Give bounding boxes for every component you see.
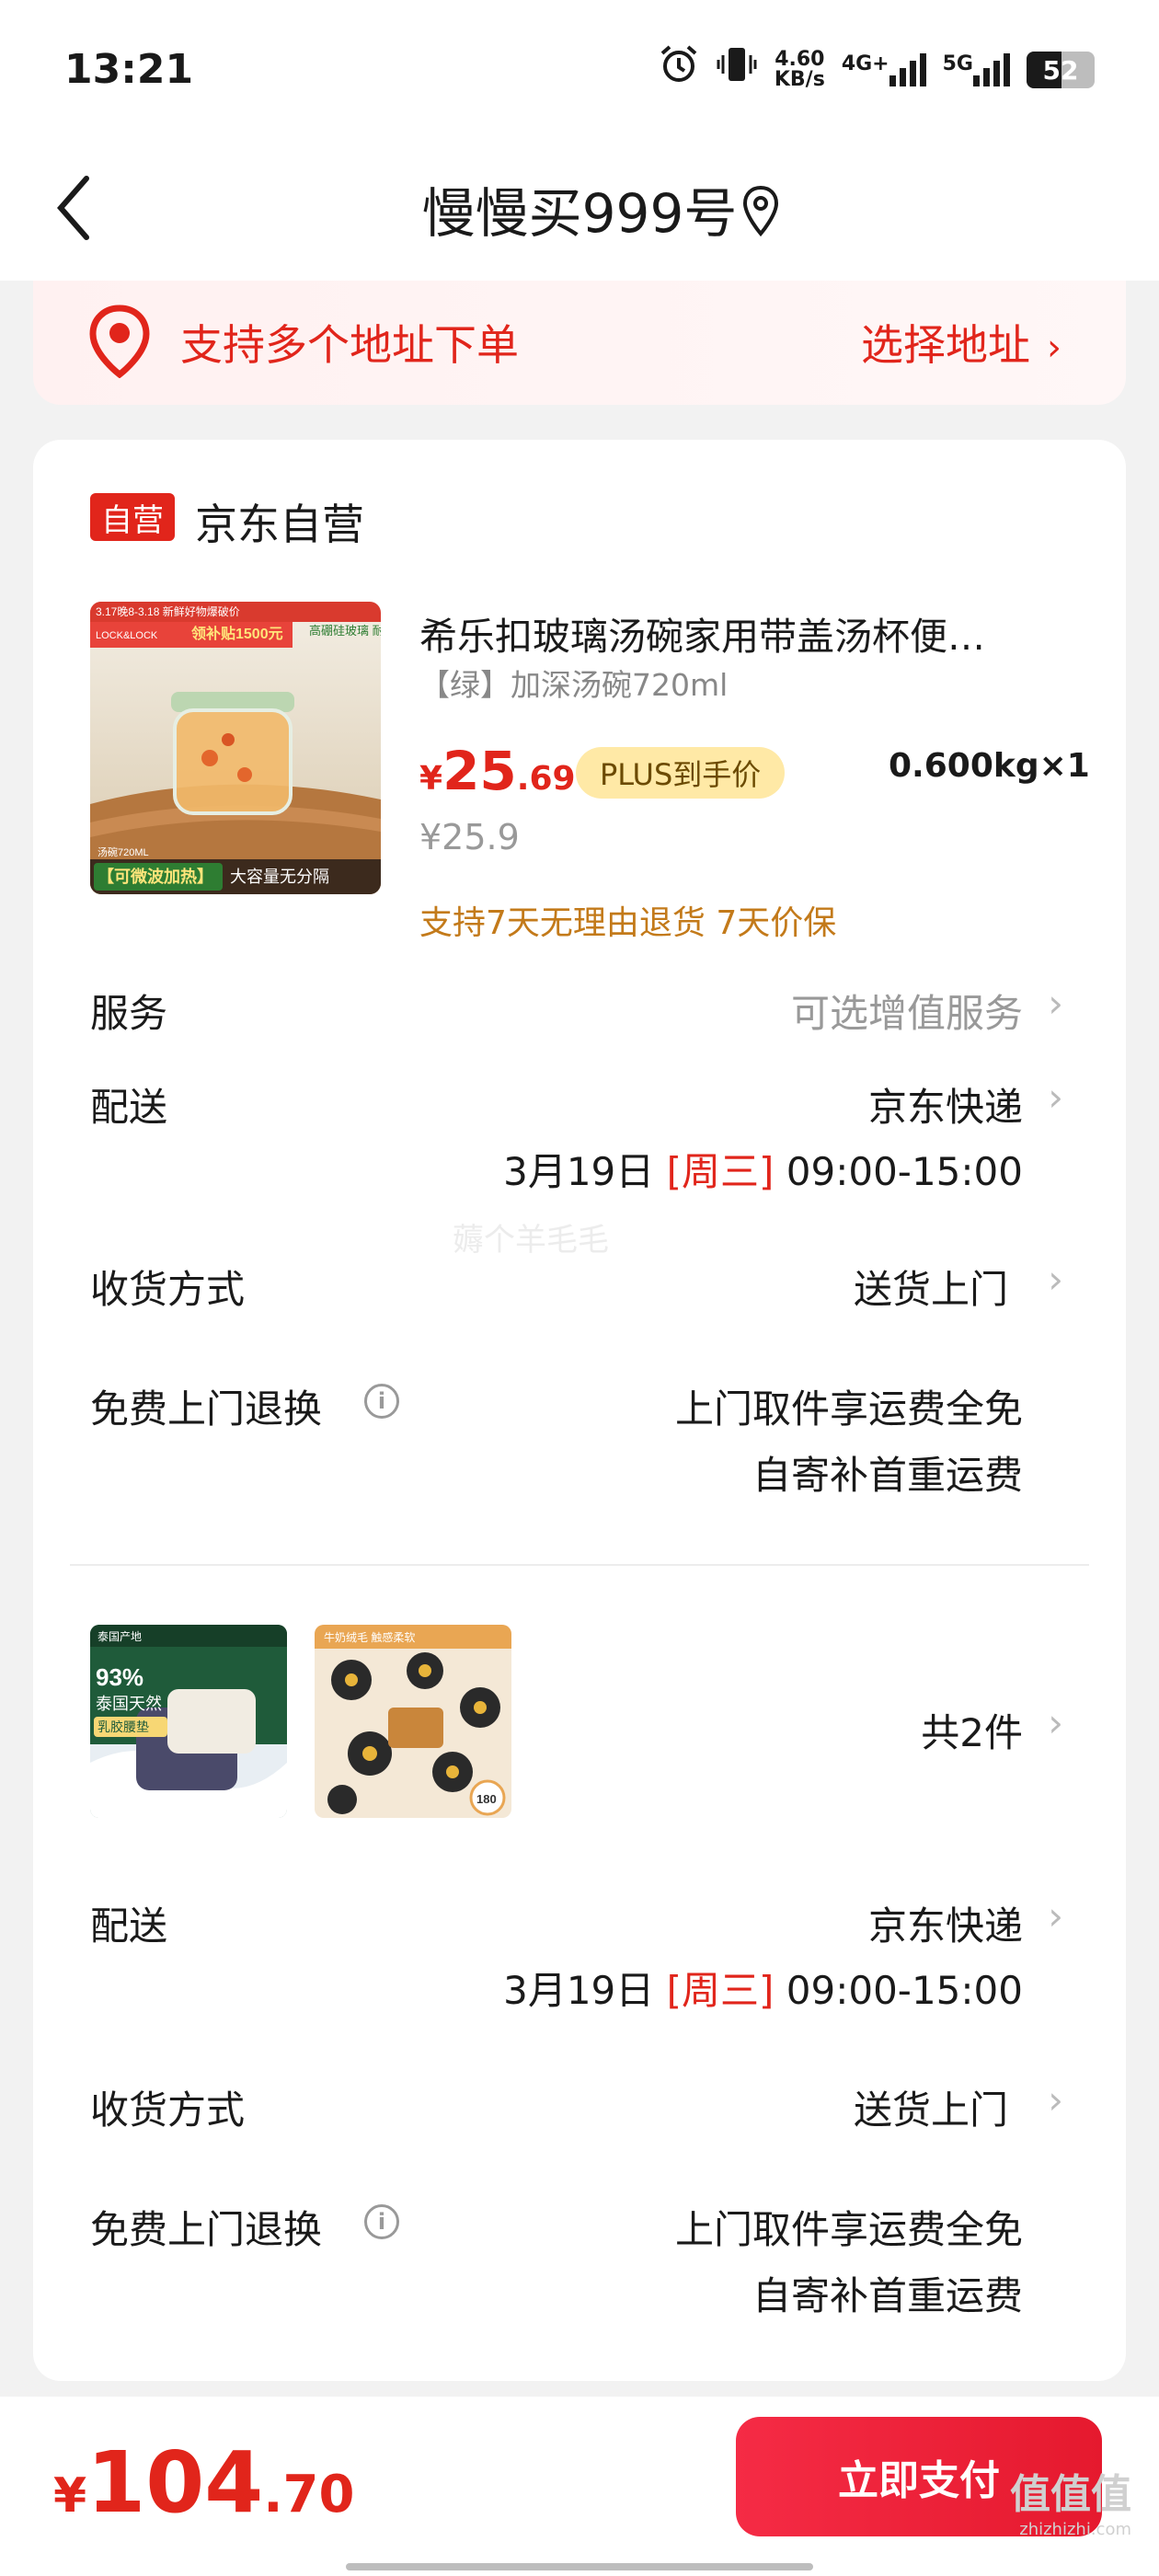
chevron-right-icon[interactable]: › — [1048, 1257, 1063, 1302]
nav-bar: 慢慢买999号 — [0, 138, 1159, 281]
multi-address-text: 支持多个地址下单 — [180, 320, 519, 370]
product-title[interactable]: 希乐扣玻璃汤碗家用带盖汤杯便… — [419, 605, 1100, 661]
product-thumb-lumbar-pillow[interactable]: 泰国产地 93% 泰国天然 乳胶腰垫 — [90, 1625, 287, 1818]
image-capacity: 汤碗720ML — [98, 845, 149, 858]
receive-method-label: 收货方式 — [90, 2087, 246, 2133]
thumb2-tag: 牛奶绒毛 触感柔软 — [324, 1630, 415, 1644]
image-subsidy: 领补贴1500元 — [191, 625, 283, 642]
thumb1-percent: 93% — [96, 1663, 143, 1691]
receive-method-value[interactable]: 送货上门 — [854, 2079, 1008, 2135]
alarm-icon — [659, 44, 699, 96]
signal-5g: 5G — [943, 52, 1010, 86]
battery-icon: 52 — [1027, 52, 1095, 88]
delivery-time: 3月19日 [周三] 09:00-15:00 — [503, 1149, 1023, 1194]
glass-bowl-image: 3.17晚8-3.18 新鲜好物爆破价 领补贴1500元 LOCK&LOCK 高… — [90, 602, 381, 894]
chevron-right-icon: › — [1047, 327, 1061, 369]
section-divider — [70, 1564, 1089, 1566]
product-thumb-bedding[interactable]: 牛奶绒毛 触感柔软 180 — [315, 1625, 511, 1818]
lumbar-pillow-image: 泰国产地 93% 泰国天然 乳胶腰垫 — [90, 1625, 287, 1818]
delivery-time: 3月19日 [周三] 09:00-15:00 — [503, 1968, 1023, 2013]
info-icon[interactable]: i — [364, 1384, 399, 1419]
location-icon[interactable] — [740, 184, 781, 239]
total-price: ¥104.70 — [53, 2433, 355, 2532]
multi-address-banner[interactable]: 支持多个地址下单 选择地址 › — [33, 281, 1126, 405]
thumb1-line2: 乳胶腰垫 — [98, 1719, 149, 1734]
product-image[interactable]: 3.17晚8-3.18 新鲜好物爆破价 领补贴1500元 LOCK&LOCK 高… — [90, 602, 381, 894]
original-price: ¥25.9 — [419, 817, 520, 857]
signal-bars-icon — [889, 53, 926, 86]
free-return-value-2: 自寄补首重运费 — [752, 1453, 1023, 1498]
plus-price-tag: PLUS到手价 — [576, 747, 786, 799]
free-return-value-2: 自寄补首重运费 — [752, 2273, 1023, 2318]
thumb2-badge: 180 — [476, 1792, 497, 1806]
chevron-right-icon[interactable]: › — [1048, 1700, 1063, 1745]
vibrate-icon — [716, 44, 758, 96]
delivery-label: 配送 — [90, 1085, 168, 1130]
image-brand: LOCK&LOCK — [96, 630, 158, 641]
free-return-value-1: 上门取件享运费全免 — [674, 1386, 1023, 1432]
signal-4g: 4G+ — [842, 52, 926, 86]
page-title: 慢慢买999号 — [421, 182, 738, 245]
free-return-label: 免费上门退换 — [90, 1386, 323, 1432]
free-return-value-1: 上门取件享运费全免 — [674, 2207, 1023, 2252]
order-card: 自营 京东自营 3.17晚8-3.18 新鲜好物爆破价 领补贴1500元 LOC… — [33, 440, 1126, 2381]
status-bar: 13:21 4.60 KB/s 4G+ 5G 52 — [0, 0, 1159, 138]
image-microwave: 【可微波加热】 — [98, 867, 213, 886]
site-watermark: 值值值 zhizhizhi.com — [1010, 2471, 1131, 2539]
service-label: 服务 — [90, 991, 168, 1036]
home-indicator[interactable] — [346, 2563, 813, 2570]
image-top-banner: 3.17晚8-3.18 新鲜好物爆破价 — [96, 604, 240, 618]
image-features: 高硼硅玻璃 耐冷耐热 — [309, 624, 381, 638]
status-icons: 4.60 KB/s 4G+ 5G 52 — [659, 44, 1095, 96]
checkout-footer: ¥104.70 立即支付 值值值 zhizhizhi.com — [0, 2397, 1159, 2576]
item-count[interactable]: 共2件 — [921, 1702, 1023, 1758]
chevron-right-icon[interactable]: › — [1048, 1075, 1063, 1120]
delivery-value[interactable]: 京东快递 — [868, 1076, 1023, 1133]
product-weight-qty: 0.600kg×1 — [889, 747, 1090, 785]
receive-method-label: 收货方式 — [90, 1267, 246, 1312]
delivery-label: 配送 — [90, 1903, 168, 1949]
status-time: 13:21 — [64, 46, 194, 93]
service-value[interactable]: 可选增值服务 — [791, 983, 1023, 1039]
product-price: ¥25.69 — [419, 740, 576, 802]
bedding-image: 牛奶绒毛 触感柔软 180 — [315, 1625, 511, 1818]
thumb1-tag: 泰国产地 — [98, 1630, 142, 1643]
free-return-label: 免费上门退换 — [90, 2207, 323, 2252]
image-capacity-note: 大容量无分隔 — [230, 868, 329, 886]
thumb1-line1: 泰国天然 — [96, 1695, 162, 1713]
select-address-link[interactable]: 选择地址 › — [861, 312, 1061, 373]
receive-method-value[interactable]: 送货上门 — [854, 1259, 1008, 1315]
chevron-right-icon[interactable]: › — [1048, 2077, 1063, 2122]
delivery-value[interactable]: 京东快递 — [868, 1895, 1023, 1951]
chevron-right-icon[interactable]: › — [1048, 1893, 1063, 1938]
chevron-right-icon[interactable]: › — [1048, 981, 1063, 1026]
product-spec: 【绿】加深汤碗720ml — [419, 667, 729, 703]
service-promise: 支持7天无理由退货 7天价保 — [419, 904, 837, 942]
network-speed: 4.60 KB/s — [774, 48, 825, 91]
info-icon[interactable]: i — [364, 2204, 399, 2239]
shop-name: 京东自营 — [195, 500, 364, 549]
location-pin-icon — [89, 305, 150, 378]
self-operated-badge: 自营 — [90, 493, 175, 541]
watermark-text: 薅个羊毛毛 — [453, 1222, 609, 1259]
signal-bars-icon — [973, 53, 1010, 86]
